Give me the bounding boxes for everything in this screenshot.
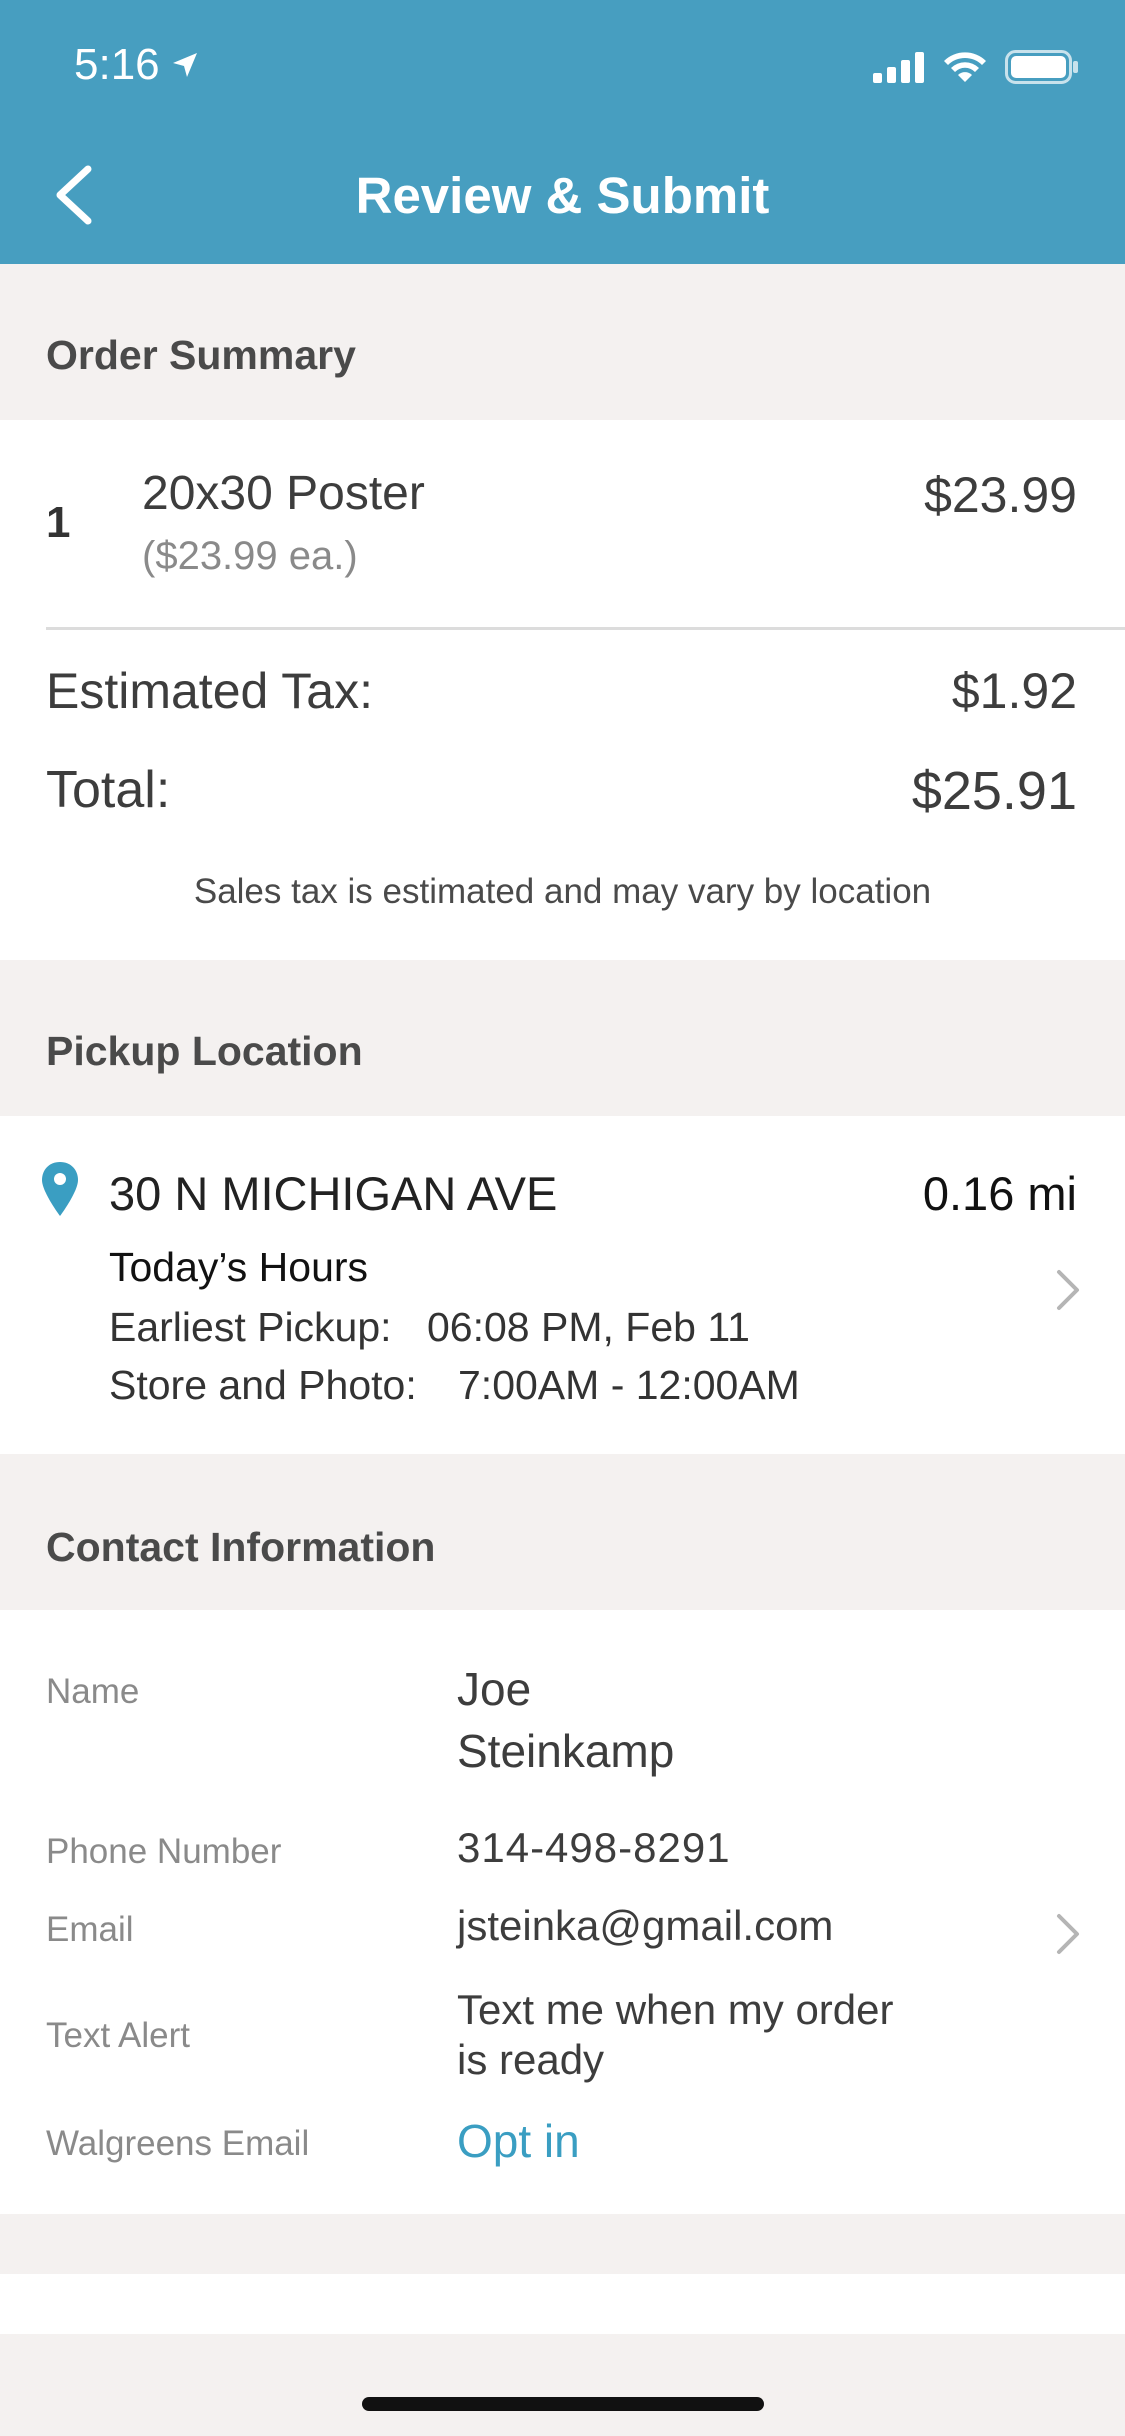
status-time: 5:16	[74, 40, 200, 90]
location-arrow-icon	[172, 53, 197, 77]
signal-icon	[873, 52, 924, 83]
header-bar: 5:16 Review & Submit	[0, 0, 1125, 264]
text-alert-line2: is ready	[457, 2036, 605, 2083]
name-label: Name	[46, 1672, 140, 1711]
battery-icon	[1005, 50, 1078, 84]
pickup-location-row[interactable]: 30 N MICHIGAN AVE 0.16 mi Today’s Hours …	[0, 1116, 1125, 1454]
contact-info-row[interactable]: Name Joe Steinkamp Phone Number 314-498-…	[0, 1610, 1125, 2214]
phone-label: Phone Number	[46, 1832, 282, 1871]
first-name: Joe	[457, 1663, 532, 1715]
next-section-card	[0, 2274, 1125, 2334]
chevron-right-icon	[1057, 1270, 1079, 1310]
email-label: Email	[46, 1910, 134, 1949]
status-icons	[873, 50, 1079, 84]
text-alert-line1: Text me when my order	[457, 1986, 894, 2033]
text-alert-label: Text Alert	[46, 2016, 190, 2055]
contact-header: Contact Information	[0, 1454, 1125, 1610]
email-value: jsteinka@gmail.com	[457, 1902, 834, 1949]
earliest-pickup-label: Earliest Pickup:	[109, 1304, 392, 1350]
divider	[46, 627, 1125, 630]
total-value: $25.91	[911, 761, 1077, 821]
status-time-text: 5:16	[74, 40, 160, 89]
map-pin-icon	[42, 1162, 78, 1216]
total-label: Total:	[46, 761, 171, 819]
home-indicator	[362, 2397, 764, 2411]
pickup-distance: 0.16 mi	[922, 1167, 1077, 1220]
walgreens-email-label: Walgreens Email	[46, 2124, 310, 2163]
pickup-heading: Pickup Location	[46, 1028, 363, 1074]
earliest-pickup-value: 06:08 PM, Feb 11	[427, 1304, 750, 1350]
order-summary-heading: Order Summary	[46, 332, 356, 378]
store-hours-label: Store and Photo:	[109, 1362, 417, 1408]
tax-note: Sales tax is estimated and may vary by l…	[193, 872, 932, 911]
last-name: Steinkamp	[457, 1725, 675, 1777]
item-name: 20x30 Poster	[142, 467, 425, 520]
item-price: $23.99	[924, 467, 1077, 523]
chevron-right-icon	[1057, 1914, 1079, 1954]
item-unit-price: ($23.99 ea.)	[142, 534, 358, 578]
contact-heading: Contact Information	[46, 1524, 436, 1570]
store-hours-value: 7:00AM - 12:00AM	[458, 1362, 800, 1408]
hours-title: Today’s Hours	[109, 1244, 369, 1290]
pickup-address: 30 N MICHIGAN AVE	[109, 1167, 558, 1220]
tax-value: $1.92	[951, 663, 1077, 719]
item-quantity: 1	[46, 498, 71, 547]
phone-value: 314-498-8291	[457, 1824, 731, 1871]
page-title: Review & Submit	[355, 167, 770, 224]
order-summary-header: Order Summary	[0, 264, 1125, 420]
tax-label: Estimated Tax:	[46, 663, 374, 719]
pickup-header: Pickup Location	[0, 960, 1125, 1116]
opt-in-link[interactable]: Opt in	[457, 2114, 580, 2168]
order-summary-card: 1 20x30 Poster ($23.99 ea.) $23.99 Estim…	[0, 420, 1125, 960]
wifi-icon	[944, 52, 986, 82]
